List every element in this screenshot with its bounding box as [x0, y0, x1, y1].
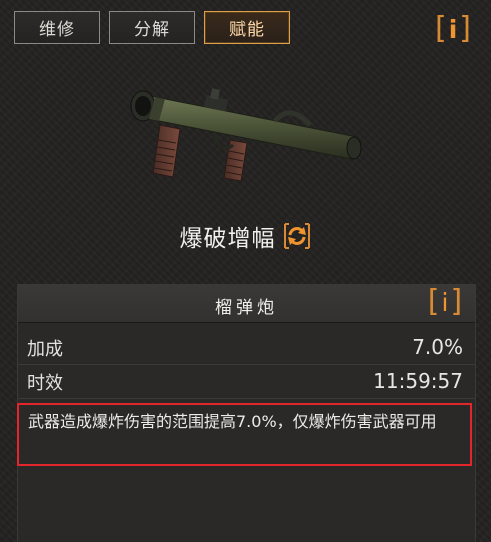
tab-empower[interactable]: 赋能: [204, 11, 290, 44]
tab-dismantle[interactable]: 分解: [109, 11, 195, 44]
enhancement-title-row: 爆破增幅: [0, 219, 491, 253]
refresh-icon[interactable]: [282, 221, 312, 251]
tab-repair[interactable]: 维修: [14, 11, 100, 44]
panel-header: 榴弹炮 [ i ]: [18, 284, 475, 323]
info-bracket-right: ]: [450, 284, 463, 319]
stat-value: 7.0%: [412, 335, 463, 359]
stat-label: 时效: [27, 373, 63, 394]
info-icon: i: [448, 14, 458, 44]
stat-row-duration: 时效 11:59:57: [18, 364, 475, 399]
tab-bar: 维修 分解 赋能: [14, 11, 290, 44]
stat-value: 11:59:57: [373, 369, 463, 393]
stat-label: 加成: [27, 339, 63, 360]
panel-title: 榴弹炮: [215, 298, 278, 318]
effect-description: 武器造成爆炸伤害的范围提高7.0%，仅爆炸伤害武器可用: [28, 412, 437, 431]
info-bracket-left: [: [434, 11, 447, 46]
info-bracket-right: ]: [459, 11, 471, 46]
stat-row-bonus: 加成 7.0%: [18, 330, 475, 365]
info-icon: i: [441, 287, 449, 317]
info-bracket-left: [: [427, 284, 440, 319]
info-button[interactable]: [ i ]: [434, 14, 472, 44]
rocket-launcher-icon: [125, 85, 365, 195]
panel-info-button[interactable]: [ i ]: [425, 287, 465, 317]
enhancement-title: 爆破增幅: [179, 226, 276, 252]
effect-description-box: 武器造成爆炸伤害的范围提高7.0%，仅爆炸伤害武器可用: [17, 403, 472, 466]
